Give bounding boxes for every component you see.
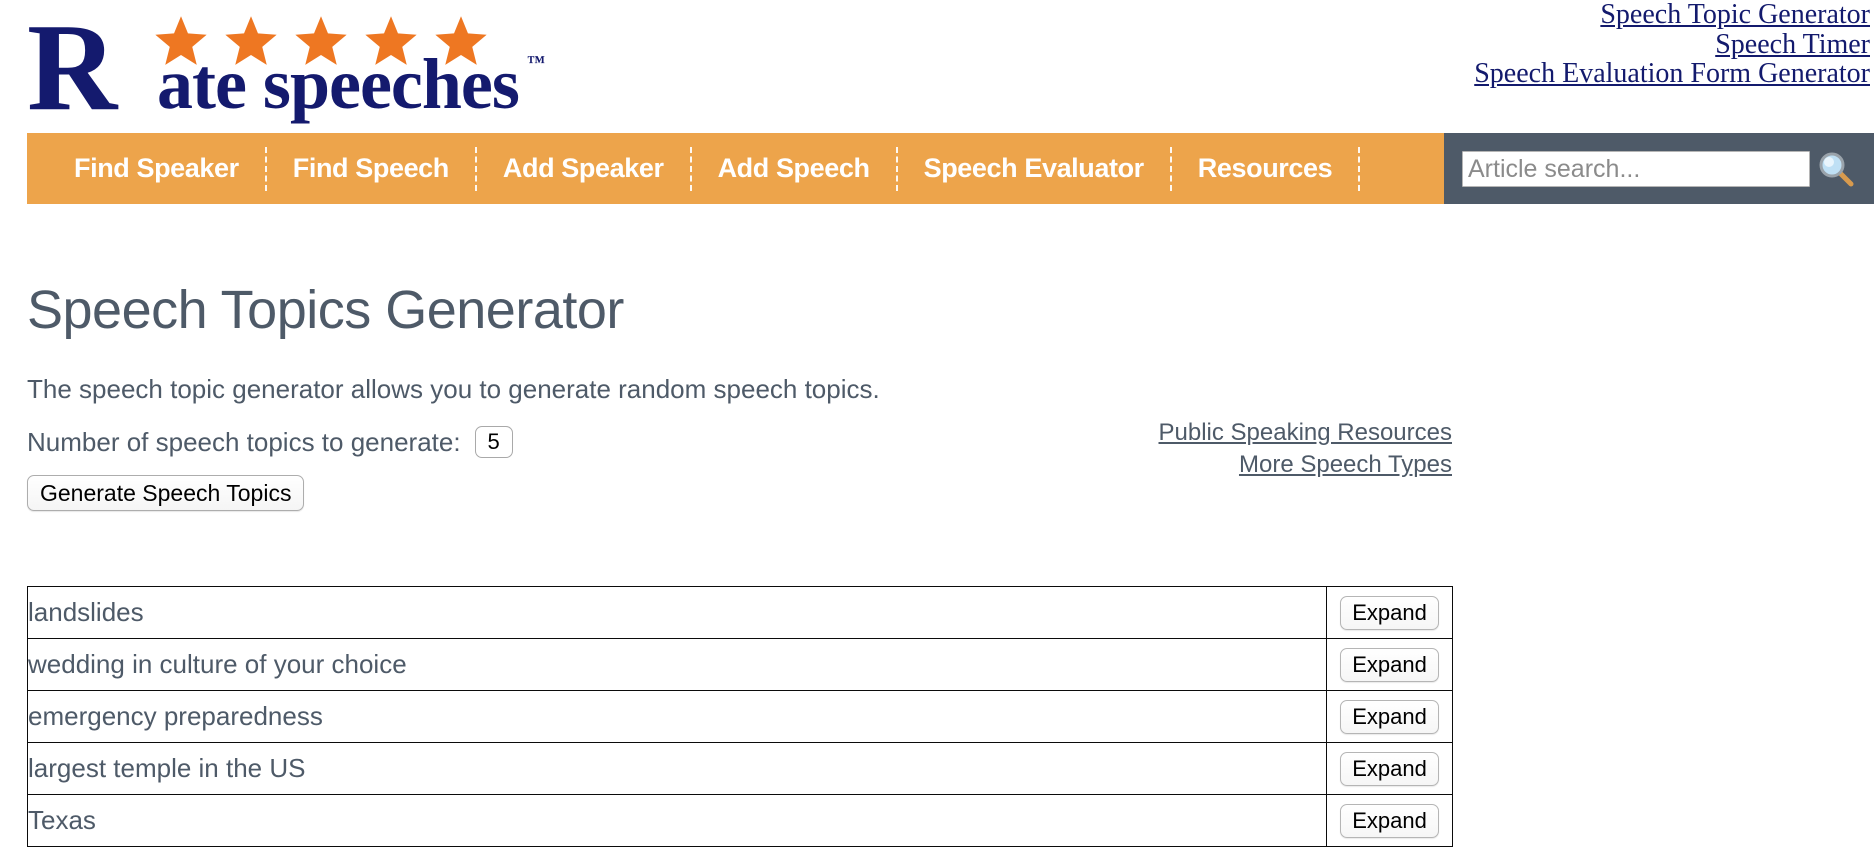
side-link-public-speaking-resources[interactable]: Public Speaking Resources — [1000, 417, 1453, 449]
speech-topics-table-body: landslides Expand wedding in culture of … — [27, 586, 1453, 847]
header-link-speech-evaluation-form-generator[interactable]: Speech Evaluation Form Generator — [1474, 59, 1870, 89]
topic-text: landslides — [27, 586, 1327, 639]
intro-text: The speech topic generator allows you to… — [27, 374, 880, 404]
nav-item-resources[interactable]: Resources — [1172, 153, 1358, 184]
table-row: wedding in culture of your choice Expand — [27, 638, 1453, 691]
topic-text: wedding in culture of your choice — [27, 638, 1327, 691]
nav-item-speech-evaluator[interactable]: Speech Evaluator — [898, 153, 1170, 184]
expand-button[interactable]: Expand — [1340, 751, 1439, 786]
topic-count-label: Number of speech topics to generate: — [27, 426, 461, 457]
table-row: emergency preparedness Expand — [27, 690, 1453, 743]
nav-item-add-speaker[interactable]: Add Speaker — [477, 153, 690, 184]
table-row: Texas Expand — [27, 794, 1453, 847]
topic-count-input[interactable]: 5 — [474, 426, 513, 458]
header-link-speech-timer[interactable]: Speech Timer — [1474, 29, 1870, 60]
page-title: Speech Topics Generator — [27, 280, 624, 341]
search-icon[interactable] — [1817, 150, 1855, 188]
topic-text: Texas — [27, 794, 1327, 847]
side-link-more-speech-types[interactable]: More Speech Types — [1000, 449, 1452, 481]
topic-text: emergency preparedness — [27, 690, 1327, 743]
side-links: Public Speaking Resources More Speech Ty… — [1000, 417, 1453, 481]
speech-topics-table: landslides Expand wedding in culture of … — [27, 586, 1453, 847]
topic-action-cell: Expand — [1326, 742, 1453, 795]
expand-button[interactable]: Expand — [1340, 595, 1439, 630]
header-link-speech-topic-generator[interactable]: Speech Topic Generator — [1474, 0, 1870, 30]
table-row: largest temple in the US Expand — [27, 742, 1453, 795]
nav-item-find-speaker[interactable]: Find Speaker — [48, 153, 265, 184]
topic-count-row: Number of speech topics to generate: 5 — [27, 426, 513, 458]
header-links: Speech Topic Generator Speech Timer Spee… — [1474, 0, 1870, 89]
topic-text: largest temple in the US — [27, 742, 1327, 795]
expand-button[interactable]: Expand — [1340, 699, 1439, 734]
nav-item-find-speech[interactable]: Find Speech — [267, 153, 475, 184]
site-header: R ate speeches ™ Speech Topic Generator … — [0, 0, 1874, 133]
expand-button[interactable]: Expand — [1340, 803, 1439, 838]
topic-action-cell: Expand — [1326, 794, 1453, 847]
search-area: Article search... — [1444, 133, 1874, 204]
topic-action-cell: Expand — [1326, 690, 1453, 743]
topic-action-cell: Expand — [1326, 586, 1453, 639]
site-logo[interactable]: R ate speeches ™ — [27, 4, 545, 131]
nav-item-add-speech[interactable]: Add Speech — [692, 153, 896, 184]
logo-wordmark: ate speeches — [157, 44, 520, 124]
nav-separator — [1358, 146, 1361, 191]
expand-button[interactable]: Expand — [1340, 647, 1439, 682]
logo-initial: R — [27, 0, 117, 137]
nav-item-list: Find Speaker Find Speech Add Speaker Add… — [27, 133, 1361, 204]
search-input[interactable]: Article search... — [1462, 150, 1810, 187]
trademark-symbol: ™ — [527, 52, 545, 72]
generate-speech-topics-button[interactable]: Generate Speech Topics — [27, 475, 305, 511]
topic-action-cell: Expand — [1326, 638, 1453, 691]
main-navigation: Find Speaker Find Speech Add Speaker Add… — [27, 133, 1874, 204]
table-row: landslides Expand — [27, 586, 1453, 639]
